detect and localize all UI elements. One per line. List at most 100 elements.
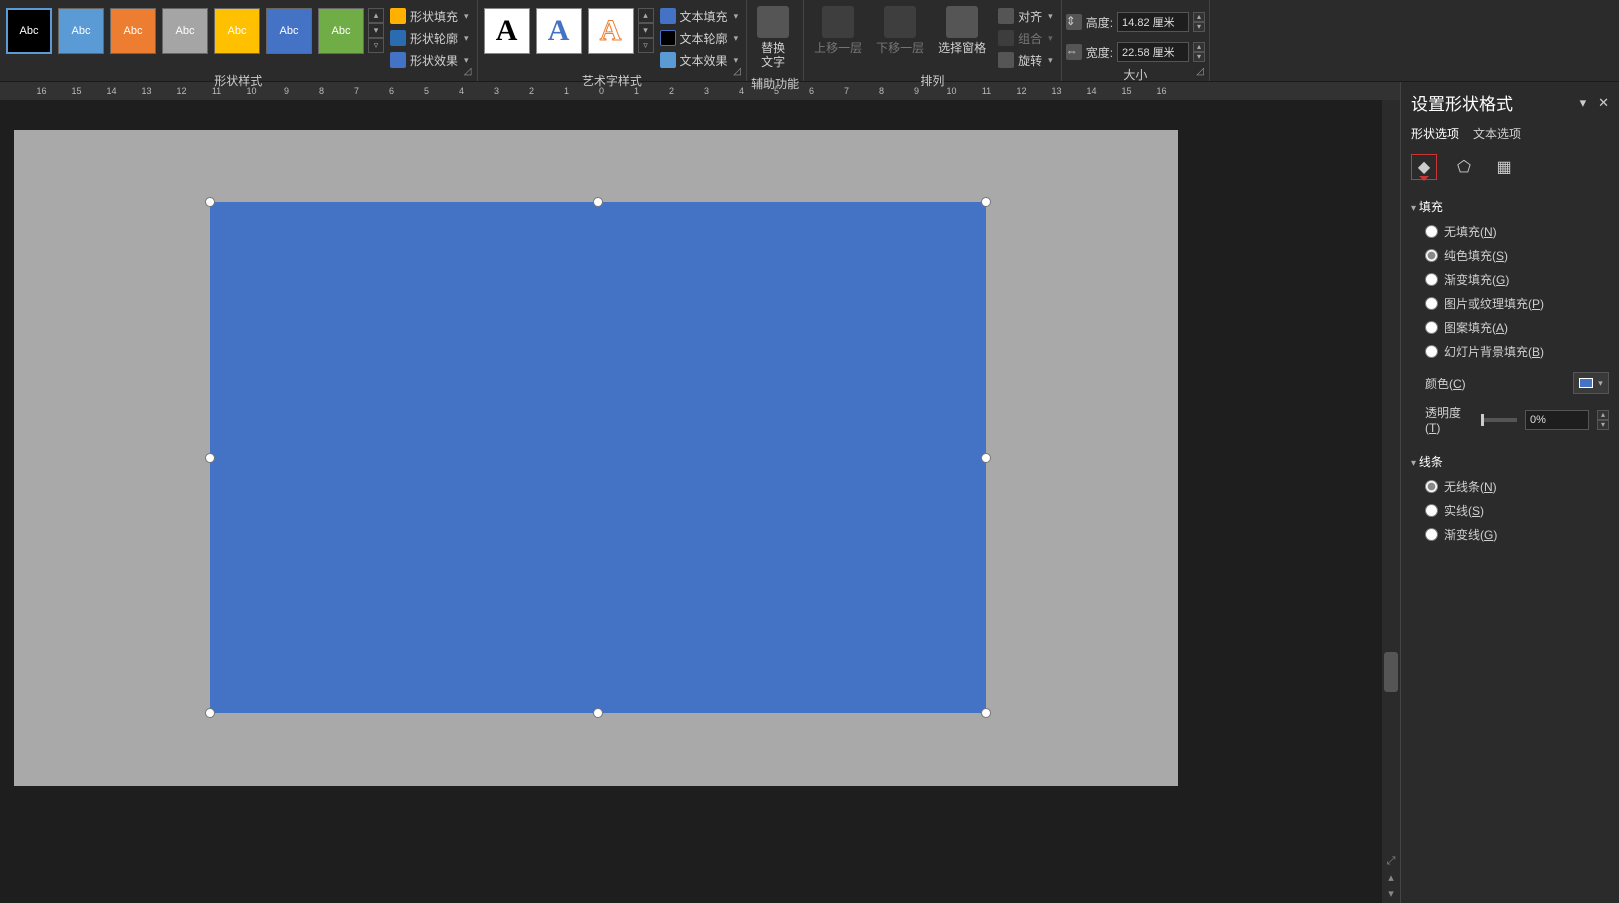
handle-sw[interactable]: [205, 708, 215, 718]
ribbon: Abc Abc Abc Abc Abc Abc Abc ▴▾▿ 形状填充▾ 形状…: [0, 0, 1619, 82]
group-arrange: 上移一层 下移一层 选择窗格 对齐▾ 组合▾ 旋转▾ 排列: [804, 0, 1062, 81]
rotation-handle[interactable]: ↻: [589, 168, 607, 186]
text-effect-icon: [660, 52, 676, 68]
fill-color-button[interactable]: ▾: [1573, 372, 1609, 394]
selection-pane-button[interactable]: 选择窗格: [932, 2, 992, 59]
text-outline-button[interactable]: 文本轮廓▾: [656, 28, 743, 48]
fill-slidebg-radio[interactable]: 幻灯片背景填充(B): [1425, 343, 1609, 360]
shape-style-blue[interactable]: Abc: [58, 8, 104, 54]
tab-shape-options[interactable]: 形状选项: [1411, 125, 1459, 144]
group-button[interactable]: 组合▾: [994, 28, 1057, 48]
group-icon: [998, 30, 1014, 46]
bring-forward-button[interactable]: 上移一层: [808, 2, 868, 59]
section-fill-header[interactable]: 填充: [1411, 198, 1609, 215]
wordart-style-1[interactable]: A: [484, 8, 530, 54]
slide-workspace: ↻ ⤢ ▴ ▾: [0, 100, 1400, 903]
align-button[interactable]: 对齐▾: [994, 6, 1057, 26]
next-slide-icon[interactable]: ▾: [1384, 887, 1398, 901]
group-label: 排列: [808, 70, 1057, 88]
transparency-spinner[interactable]: ▴▾: [1597, 410, 1609, 430]
group-label: 辅助功能: [751, 73, 799, 91]
transparency-slider[interactable]: [1481, 418, 1517, 422]
effects-mode-icon[interactable]: ⬠: [1451, 154, 1477, 180]
group-label: 艺术字样式: [482, 70, 743, 88]
fill-solid-radio[interactable]: 纯色填充(S): [1425, 247, 1609, 264]
shape-style-green[interactable]: Abc: [318, 8, 364, 54]
align-icon: [998, 8, 1014, 24]
handle-nw[interactable]: [205, 197, 215, 207]
color-chip-icon: [1579, 378, 1593, 388]
effect-icon: [390, 52, 406, 68]
handle-s[interactable]: [593, 708, 603, 718]
line-none-radio[interactable]: 无线条(N): [1425, 478, 1609, 495]
wordart-style-3[interactable]: A: [588, 8, 634, 54]
picture-icon: [757, 6, 789, 38]
line-options: 无线条(N) 实线(S) 渐变线(G): [1425, 478, 1609, 543]
slide-canvas[interactable]: ↻: [14, 130, 1178, 786]
ruler-tick: 16: [1144, 86, 1179, 96]
rotate-icon: [998, 52, 1014, 68]
transparency-label: 透明度(T): [1425, 404, 1473, 435]
section-line-header[interactable]: 线条: [1411, 453, 1609, 470]
line-gradient-radio[interactable]: 渐变线(G): [1425, 526, 1609, 543]
wordart-launcher[interactable]: ◿: [730, 65, 744, 79]
text-fill-icon: [660, 8, 676, 24]
pane-close-icon[interactable]: ✕: [1598, 95, 1609, 111]
shape-style-orange[interactable]: Abc: [110, 8, 156, 54]
size-launcher[interactable]: ◿: [1193, 65, 1207, 79]
fill-gradient-radio[interactable]: 渐变填充(G): [1425, 271, 1609, 288]
ruler-tick: 14: [1074, 86, 1109, 96]
size-props-mode-icon[interactable]: ▦: [1491, 154, 1517, 180]
transparency-input[interactable]: [1525, 410, 1589, 430]
line-solid-radio[interactable]: 实线(S): [1425, 502, 1609, 519]
shape-fill-button[interactable]: 形状填充▾: [386, 6, 473, 26]
group-label: 形状样式: [4, 70, 473, 88]
pane-title: 设置形状格式: [1411, 90, 1513, 115]
vertical-scrollbar[interactable]: ⤢ ▴ ▾: [1382, 100, 1400, 903]
shape-style-yellow[interactable]: Abc: [214, 8, 260, 54]
handle-n[interactable]: [593, 197, 603, 207]
ruler-tick: 15: [1109, 86, 1144, 96]
height-spinner[interactable]: ▴▾: [1193, 12, 1205, 32]
fill-pattern-radio[interactable]: 图案填充(A): [1425, 319, 1609, 336]
color-label: 颜色(C): [1425, 375, 1466, 392]
rotate-button[interactable]: 旋转▾: [994, 50, 1057, 70]
text-fill-button[interactable]: 文本填充▾: [656, 6, 743, 26]
handle-e[interactable]: [981, 453, 991, 463]
shape-styles-launcher[interactable]: ◿: [461, 65, 475, 79]
scrollbar-thumb[interactable]: [1384, 652, 1398, 692]
group-wordart-styles: A A A ▴▾▿ 文本填充▾ 文本轮廓▾ 文本效果▾ 艺术字样式 ◿: [478, 0, 748, 81]
send-backward-icon: [884, 6, 916, 38]
height-input[interactable]: [1117, 12, 1189, 32]
selection-pane-icon: [946, 6, 978, 38]
selected-rectangle-shape[interactable]: ↻: [210, 202, 986, 713]
width-spinner[interactable]: ▴▾: [1193, 42, 1205, 62]
shape-style-lightblue[interactable]: Abc: [266, 8, 312, 54]
fill-none-radio[interactable]: 无填充(N): [1425, 223, 1609, 240]
height-label: 高度:: [1086, 14, 1113, 31]
prev-slide-icon[interactable]: ▴: [1384, 871, 1398, 885]
outline-icon: [390, 30, 406, 46]
tab-text-options[interactable]: 文本选项: [1473, 125, 1521, 144]
wordart-gallery-spinner[interactable]: ▴▾▿: [638, 8, 654, 53]
width-icon: ⇔: [1066, 44, 1082, 60]
handle-se[interactable]: [981, 708, 991, 718]
fill-options: 无填充(N) 纯色填充(S) 渐变填充(G) 图片或纹理填充(P) 图案填充(A…: [1425, 223, 1609, 360]
alt-text-button[interactable]: 替换文字: [751, 2, 795, 73]
group-label: 大小: [1066, 64, 1205, 82]
shape-style-gray[interactable]: Abc: [162, 8, 208, 54]
fit-icon[interactable]: ⤢: [1384, 855, 1398, 869]
width-label: 宽度:: [1086, 44, 1113, 61]
fill-picture-radio[interactable]: 图片或纹理填充(P): [1425, 295, 1609, 312]
handle-w[interactable]: [205, 453, 215, 463]
wordart-style-2[interactable]: A: [536, 8, 582, 54]
handle-ne[interactable]: [981, 197, 991, 207]
pane-options-icon[interactable]: ▾: [1580, 95, 1587, 111]
shape-style-gallery-spinner[interactable]: ▴▾▿: [368, 8, 384, 53]
send-backward-button[interactable]: 下移一层: [870, 2, 930, 59]
width-input[interactable]: [1117, 42, 1189, 62]
shape-style-dark[interactable]: Abc: [6, 8, 52, 54]
shape-outline-button[interactable]: 形状轮廓▾: [386, 28, 473, 48]
group-shape-styles: Abc Abc Abc Abc Abc Abc Abc ▴▾▿ 形状填充▾ 形状…: [0, 0, 478, 81]
fill-line-mode-icon[interactable]: ◆: [1411, 154, 1437, 180]
